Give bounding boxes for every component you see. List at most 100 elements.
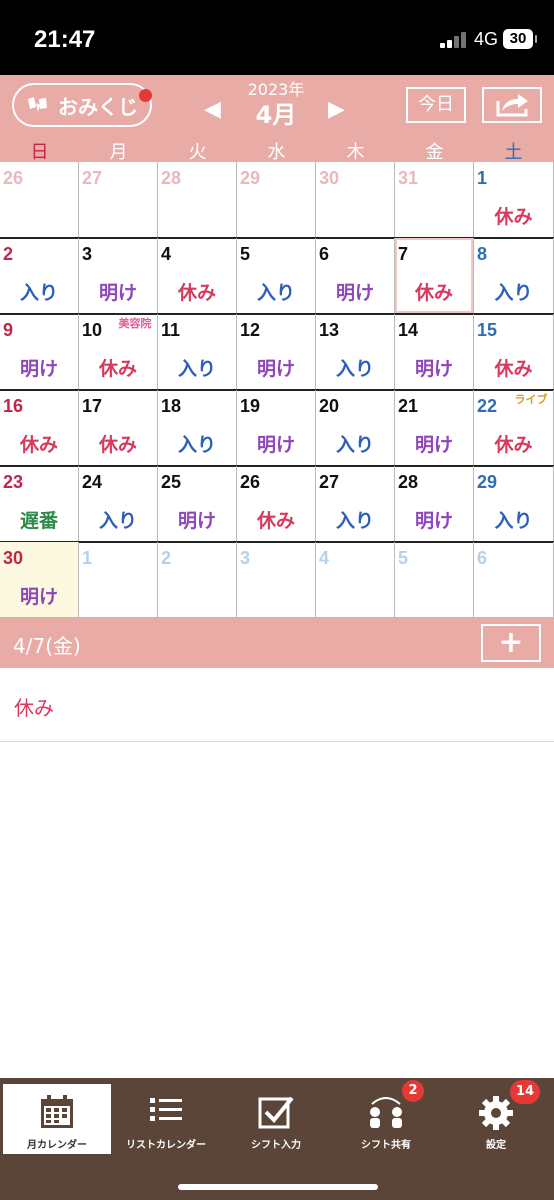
day-cell[interactable]: 2 入り [0, 238, 79, 314]
day-cell[interactable]: 9 明け [0, 314, 79, 390]
weekday-label: 月 [109, 142, 128, 163]
day-cell[interactable]: 15 休み [474, 314, 554, 390]
day-number: 26 [240, 472, 261, 492]
day-number: 8 [477, 244, 488, 264]
day-cell[interactable]: 1 休み [474, 162, 554, 238]
shift-label: 入り [177, 358, 216, 380]
checkbox-icon [258, 1096, 294, 1129]
sticker-icon: ライブ [514, 393, 548, 406]
today-button[interactable]: 今日 [406, 87, 466, 123]
tab-label: シフト共有 [361, 1140, 411, 1151]
day-cell[interactable]: 18 入り [158, 390, 237, 466]
notification-dot [139, 89, 152, 102]
shift-label: 休み [98, 434, 137, 456]
day-number: 11 [161, 320, 181, 340]
weekday-label: 木 [346, 142, 365, 163]
day-cell[interactable]: 27 [79, 162, 158, 238]
shift-label: 明け [256, 434, 295, 456]
day-cell[interactable]: 10 休み 美容院 [79, 314, 158, 390]
day-cell[interactable]: 25 明け [158, 466, 237, 542]
shift-label: 入り [494, 282, 533, 304]
add-event-button[interactable]: + [481, 624, 541, 662]
day-number: 9 [3, 320, 14, 340]
share-people-icon [370, 1097, 402, 1128]
day-number: 25 [161, 472, 182, 492]
day-cell[interactable]: 3 明け [79, 238, 158, 314]
day-number: 1 [82, 548, 93, 568]
tab-month-calendar[interactable]: 月カレンダー [3, 1084, 111, 1154]
shift-label: 明け [19, 358, 58, 380]
day-cell[interactable]: 31 [395, 162, 474, 238]
next-month-button[interactable]: ▶ [328, 97, 345, 122]
day-cell[interactable]: 27 入り [316, 466, 395, 542]
day-cell[interactable]: 28 [158, 162, 237, 238]
tab-label: リストカレンダー [126, 1140, 206, 1151]
day-cell[interactable]: 4 [316, 542, 395, 618]
day-cell[interactable]: 8 入り [474, 238, 554, 314]
day-cell[interactable]: 23 遅番 [0, 466, 79, 542]
day-cell[interactable]: 14 明け [395, 314, 474, 390]
day-cell[interactable]: 5 入り [237, 238, 316, 314]
tab-label: 設定 [486, 1140, 506, 1151]
day-cell[interactable]: 26 [0, 162, 79, 238]
day-cell[interactable]: 22 休み ライブ [474, 390, 554, 466]
home-indicator [178, 1184, 378, 1190]
day-cell[interactable]: 21 明け [395, 390, 474, 466]
day-cell[interactable]: 6 明け [316, 238, 395, 314]
day-cell[interactable]: 30 [316, 162, 395, 238]
share-icon [496, 94, 528, 117]
day-number: 29 [240, 168, 261, 188]
tab-label: シフト入力 [251, 1140, 301, 1151]
calendar-icon [41, 1095, 73, 1128]
day-number: 16 [3, 396, 24, 416]
calendar-header: おみくじ ◀ 2023年 4月 ▶ 今日 日月火水木金土 [0, 75, 554, 163]
signal-icon [440, 32, 468, 48]
shift-label: 入り [335, 510, 374, 532]
shift-detail-label: 休み [14, 696, 54, 720]
day-cell[interactable]: 3 [237, 542, 316, 618]
sticker-icon: 美容院 [118, 317, 152, 330]
tab-shift-input[interactable]: シフト入力 [222, 1084, 330, 1154]
day-number: 18 [161, 396, 182, 416]
day-cell[interactable]: 7 休み [395, 238, 474, 314]
tab-list-calendar[interactable]: リストカレンダー [112, 1084, 220, 1154]
day-cell[interactable]: 17 休み [79, 390, 158, 466]
day-cell[interactable]: 12 明け [237, 314, 316, 390]
day-number: 30 [319, 168, 340, 188]
day-cell[interactable]: 4 休み [158, 238, 237, 314]
day-cell[interactable]: 26 休み [237, 466, 316, 542]
day-cell[interactable]: 5 [395, 542, 474, 618]
day-cell[interactable]: 11 入り [158, 314, 237, 390]
status-time: 21:47 [34, 26, 96, 53]
shift-label: 休み [256, 510, 295, 532]
tab-shift-share[interactable]: シフト共有 2 [332, 1080, 440, 1154]
day-cell[interactable]: 19 明け [237, 390, 316, 466]
day-cell[interactable]: 1 [79, 542, 158, 618]
day-cell[interactable]: 2 [158, 542, 237, 618]
prev-month-button[interactable]: ◀ [204, 97, 221, 122]
shift-label: 明け [177, 510, 216, 532]
day-cell[interactable]: 20 入り [316, 390, 395, 466]
shift-label: 入り [98, 510, 137, 532]
day-cell[interactable]: 16 休み [0, 390, 79, 466]
omikuji-button[interactable]: おみくじ [12, 83, 152, 127]
day-number: 2 [161, 548, 172, 568]
day-number: 24 [82, 472, 103, 492]
day-cell[interactable]: 30 明け [0, 542, 79, 618]
day-cell[interactable]: 29 入り [474, 466, 554, 542]
day-cell[interactable]: 13 入り [316, 314, 395, 390]
selected-date-label: 4/7(金) [13, 634, 81, 658]
day-cell[interactable]: 29 [237, 162, 316, 238]
shift-detail-row[interactable]: 休み [0, 668, 554, 742]
weekday-label: 金 [425, 142, 444, 163]
day-number: 22 [477, 396, 498, 416]
tab-settings[interactable]: 設定 14 [442, 1080, 550, 1154]
shift-label: 入り [494, 510, 533, 532]
battery-icon: 30 [503, 29, 537, 49]
share-button[interactable] [482, 87, 542, 123]
shift-label: 入り [335, 358, 374, 380]
day-cell[interactable]: 24 入り [79, 466, 158, 542]
day-cell[interactable]: 28 明け [395, 466, 474, 542]
day-cell[interactable]: 6 [474, 542, 554, 618]
weekday-label: 火 [188, 142, 207, 163]
